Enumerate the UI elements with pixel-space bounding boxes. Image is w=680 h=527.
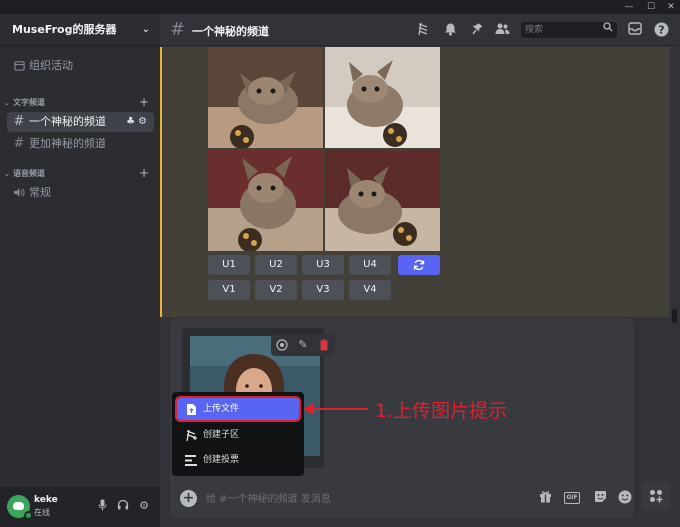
svg-text:?: ? <box>658 24 664 37</box>
bell-icon[interactable] <box>442 22 458 38</box>
eye-icon[interactable] <box>274 337 290 353</box>
sidebar-item-label: 一个神秘的频道 <box>29 115 106 128</box>
server-name: MuseFrog的服务器 <box>12 23 117 36</box>
sticker-icon[interactable] <box>592 490 608 506</box>
chevron-down-icon: ⌄ <box>141 24 150 35</box>
emoji-icon[interactable] <box>617 490 633 506</box>
variation-v3-button[interactable]: V3 <box>302 280 344 300</box>
category-text-channels[interactable]: ⌄ 文字频道 + <box>3 95 153 110</box>
upscale-u4-button[interactable]: U4 <box>349 255 391 275</box>
menu-item-create-thread[interactable]: 创建子区 <box>177 424 299 446</box>
window-titlebar: — ☐ ✕ <box>0 0 680 14</box>
menu-item-label: 创建投票 <box>203 455 240 465</box>
apps-grid-icon <box>649 490 663 507</box>
kitten-image-grid[interactable] <box>208 47 442 251</box>
upscale-u2-button[interactable]: U2 <box>255 255 297 275</box>
hashtag-icon: # <box>13 114 25 129</box>
chevron-down-icon: ⌄ <box>4 99 10 107</box>
sidebar-item-label: 更加神秘的频道 <box>29 137 106 150</box>
attachment-toolbar: ✎ <box>271 334 335 356</box>
menu-item-label: 上传文件 <box>203 404 240 414</box>
microphone-icon[interactable] <box>95 499 109 513</box>
thread-icon <box>183 424 199 449</box>
variation-v1-button[interactable]: V1 <box>208 280 250 300</box>
sidebar-item-label: 常规 <box>29 186 51 199</box>
add-attachment-button[interactable]: + <box>180 490 197 507</box>
page-title: 一个神秘的频道 <box>192 25 269 38</box>
pencil-icon[interactable]: ✎ <box>295 337 311 353</box>
discord-logo-icon <box>13 502 24 510</box>
scrollbar-track[interactable] <box>670 47 678 517</box>
kitten-image-1[interactable] <box>208 47 323 148</box>
minimize-button[interactable]: — <box>620 0 638 14</box>
gift-icon[interactable] <box>537 490 553 506</box>
message-input[interactable] <box>206 490 506 508</box>
members-icon[interactable] <box>494 22 510 38</box>
hashtag-icon: # <box>170 19 186 40</box>
hashtag-icon: # <box>13 136 25 151</box>
help-icon[interactable]: ? <box>653 22 669 38</box>
scrollbar-thumb[interactable] <box>672 309 677 323</box>
message-input-row: + GIF <box>170 478 634 518</box>
kitten-image-2[interactable] <box>325 47 440 148</box>
pin-icon[interactable] <box>468 22 484 38</box>
menu-item-label: 创建子区 <box>203 430 240 440</box>
user-status: 在线 <box>34 508 50 517</box>
variation-v2-button[interactable]: V2 <box>255 280 297 300</box>
inbox-icon[interactable] <box>627 22 643 38</box>
speaker-icon <box>12 183 26 205</box>
close-window-button[interactable]: ✕ <box>662 0 680 14</box>
channel-header: # 一个神秘的频道 ? <box>160 14 680 46</box>
gif-button[interactable]: GIF <box>564 492 580 504</box>
refresh-icon <box>413 259 425 274</box>
annotation-arrow-line <box>312 408 368 410</box>
category-label: 语音频道 <box>13 169 45 178</box>
maximize-button[interactable]: ☐ <box>642 0 660 14</box>
username: keke <box>34 495 58 505</box>
sidebar-item-label: 组织活动 <box>29 59 73 72</box>
upload-file-icon <box>183 398 199 423</box>
category-label: 文字频道 <box>13 98 45 107</box>
threads-icon[interactable] <box>415 22 431 38</box>
add-channel-icon[interactable]: + <box>139 166 149 180</box>
refresh-button[interactable] <box>398 255 440 275</box>
upscale-u3-button[interactable]: U3 <box>302 255 344 275</box>
attach-menu: 上传文件 创建子区 创建投票 <box>172 392 304 476</box>
apps-button[interactable] <box>641 481 671 511</box>
sidebar-item-channel-2[interactable]: # 更加神秘的频道 <box>7 134 154 154</box>
annotation-text: 1.上传图片提示 <box>375 400 508 422</box>
menu-item-upload-file[interactable]: 上传文件 <box>175 396 301 423</box>
search-icon <box>601 22 615 38</box>
variation-v4-button[interactable]: V4 <box>349 280 391 300</box>
gear-icon[interactable]: ⚙ <box>137 499 151 513</box>
sidebar-item-voice-general[interactable]: 常规 <box>7 183 154 203</box>
kitten-image-4[interactable] <box>325 150 440 251</box>
gear-icon[interactable]: ⚙ <box>138 116 150 127</box>
user-panel: keke 在线 ⚙ <box>0 487 160 527</box>
invite-icon[interactable]: ♣ <box>126 116 138 127</box>
kitten-image-3[interactable] <box>208 150 323 251</box>
trash-icon[interactable] <box>316 337 332 353</box>
poll-icon <box>183 449 199 473</box>
upscale-u1-button[interactable]: U1 <box>208 255 250 275</box>
server-header[interactable]: MuseFrog的服务器 ⌄ <box>0 14 160 46</box>
category-voice-channels[interactable]: ⌄ 语音频道 + <box>3 166 153 181</box>
headphones-icon[interactable] <box>116 499 130 513</box>
calendar-icon <box>12 56 26 78</box>
sidebar-item-channel-1[interactable]: # 一个神秘的频道 ♣⚙ <box>7 112 154 132</box>
online-status-dot <box>24 511 33 520</box>
highlighted-message: U1 U2 U3 U4 V1 V2 V3 V4 <box>160 47 670 317</box>
sidebar-item-events[interactable]: 组织活动 <box>7 56 154 76</box>
menu-item-create-poll[interactable]: 创建投票 <box>177 449 299 471</box>
chevron-down-icon: ⌄ <box>4 170 10 178</box>
add-channel-icon[interactable]: + <box>139 95 149 109</box>
channel-sidebar: MuseFrog的服务器 ⌄ 组织活动 ⌄ 文字频道 + # 一个神秘的频道 ♣… <box>0 14 160 527</box>
